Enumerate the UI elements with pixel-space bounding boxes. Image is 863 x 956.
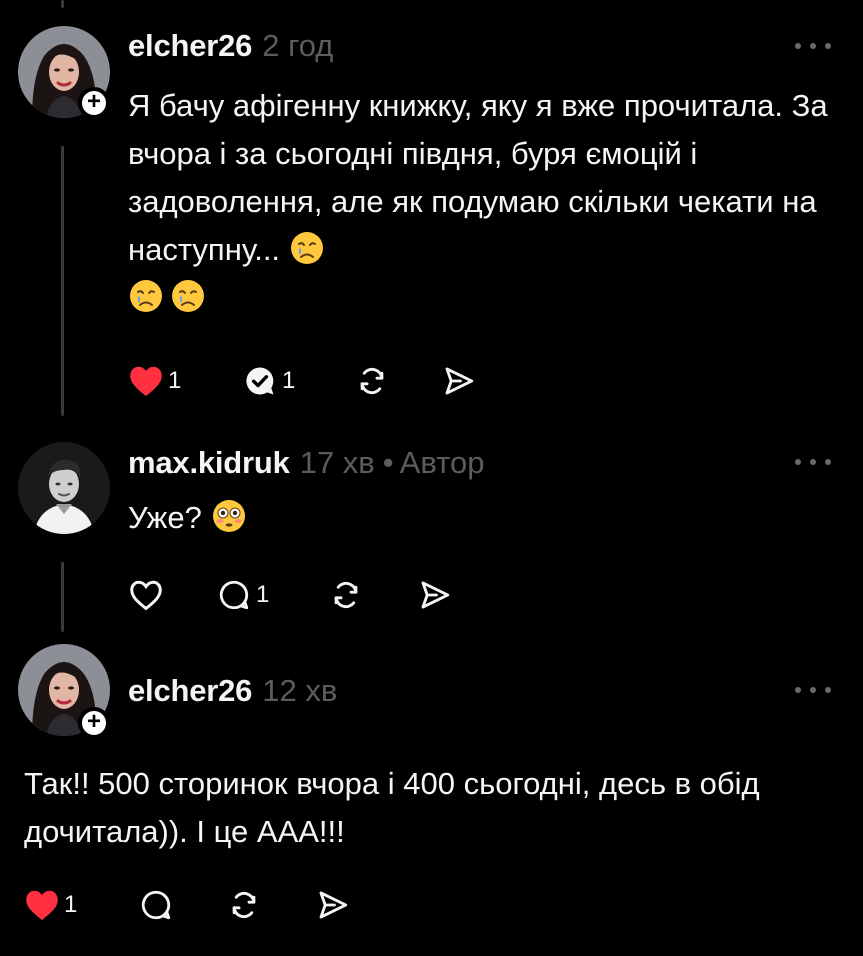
- separator-dot: •: [382, 445, 394, 480]
- share-button[interactable]: [440, 364, 478, 398]
- reply-count: 1: [282, 367, 296, 394]
- comment-icon: [219, 580, 249, 610]
- man-avatar-icon: [18, 442, 110, 534]
- heart-icon: [130, 366, 162, 396]
- repost-button[interactable]: [328, 578, 364, 612]
- like-count: 1: [64, 891, 78, 918]
- timestamp: 12 хв: [262, 673, 338, 708]
- comment-header: elcher26 12 хв: [128, 673, 337, 709]
- username[interactable]: max.kidruk: [128, 445, 290, 481]
- share-icon: [421, 581, 450, 609]
- author-label: Автор: [399, 445, 485, 480]
- like-count: 1: [168, 367, 182, 394]
- timestamp: 17 хв: [299, 445, 375, 480]
- follow-plus-button[interactable]: +: [78, 707, 110, 739]
- plus-icon: +: [86, 88, 101, 115]
- reply-count: 1: [256, 581, 270, 608]
- more-button[interactable]: [795, 684, 831, 696]
- share-icon: [445, 367, 474, 395]
- more-icon: [795, 687, 801, 693]
- comment-text: Так!! 500 сторинок вчора і 400 сьогодні,…: [24, 766, 760, 849]
- plus-icon: +: [86, 708, 101, 735]
- crying-face-emoji: [172, 280, 204, 312]
- follow-plus-button[interactable]: +: [78, 87, 110, 119]
- repost-icon: [232, 892, 256, 918]
- thread-line: [61, 0, 64, 8]
- reply-button[interactable]: [138, 888, 174, 922]
- avatar[interactable]: [18, 442, 110, 534]
- comment-icon: [246, 367, 274, 395]
- username[interactable]: elcher26: [128, 28, 252, 64]
- repost-icon: [360, 368, 384, 394]
- reply-button[interactable]: 1: [216, 578, 269, 612]
- flushed-face-emoji: [212, 500, 245, 532]
- comment-text: Уже?: [128, 494, 247, 542]
- more-button[interactable]: [795, 40, 831, 52]
- timestamp: 2 год: [262, 28, 334, 63]
- share-button[interactable]: [416, 578, 454, 612]
- more-icon: [795, 459, 801, 465]
- like-button[interactable]: 1: [128, 364, 181, 398]
- more-button[interactable]: [795, 456, 831, 468]
- comment-header: max.kidruk 17 хв • Автор: [128, 445, 484, 481]
- reply-button[interactable]: 1: [242, 364, 295, 398]
- comment-icon: [141, 890, 171, 920]
- crying-face-emoji: [290, 232, 323, 264]
- like-button[interactable]: 1: [24, 888, 77, 922]
- more-icon: [795, 43, 801, 49]
- like-button[interactable]: [128, 578, 164, 612]
- repost-icon: [334, 582, 358, 608]
- thread-line: [61, 562, 64, 632]
- heart-icon: [130, 580, 162, 611]
- comment-header: elcher26 2 год: [128, 28, 333, 64]
- repost-button[interactable]: [226, 888, 262, 922]
- comment-text: Я бачу афігенну книжку, яку я вже прочит…: [128, 82, 828, 322]
- share-button[interactable]: [314, 888, 352, 922]
- heart-icon: [26, 890, 58, 920]
- thread-line: [61, 146, 64, 416]
- repost-button[interactable]: [354, 364, 390, 398]
- share-icon: [319, 891, 348, 919]
- crying-face-emoji: [130, 280, 162, 312]
- username[interactable]: elcher26: [128, 673, 252, 709]
